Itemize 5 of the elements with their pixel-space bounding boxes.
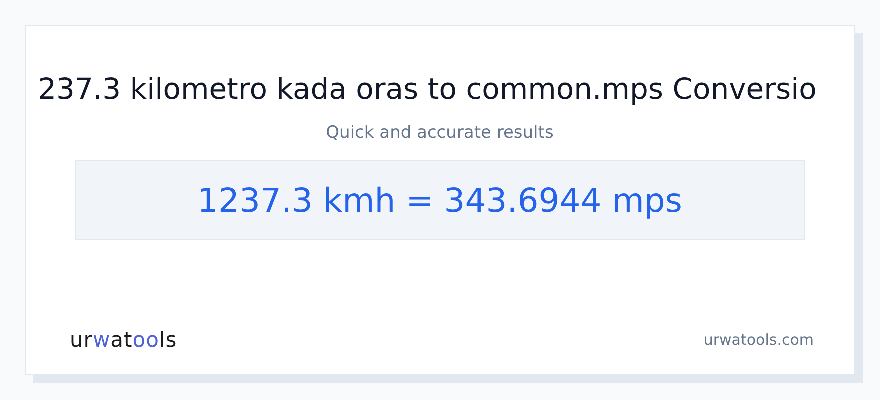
subtitle: Quick and accurate results — [326, 122, 554, 145]
page-title: 237.3 kilometro kada oras to common.mps Conversio — [37, 71, 818, 108]
conversion-result: 1237.3 kmh = 343.6944 mps — [75, 160, 805, 240]
logo: urwatools — [70, 328, 178, 352]
site-link[interactable]: urwatools.com — [704, 331, 814, 349]
